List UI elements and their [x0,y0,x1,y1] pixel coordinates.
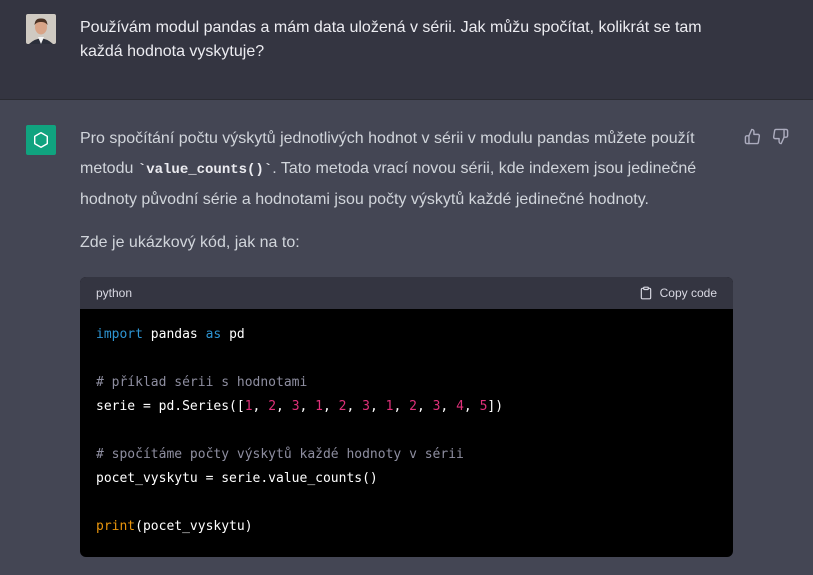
code-number: 2 [268,399,277,414]
thumbs-up-icon[interactable] [742,126,762,146]
code-number: 1 [244,399,253,414]
openai-logo-icon [26,125,56,155]
thumbs-down-icon[interactable] [770,126,790,146]
user-message-row: Používám modul pandas a mám data uložená… [0,0,813,100]
user-message-line-1: Používám modul pandas a mám data uložená… [80,19,702,36]
code-token: as [205,327,222,342]
code-number: 3 [362,399,370,414]
code-block-header: python Copy code [80,277,733,309]
code-comment: # příklad sérii s hodnotami [96,375,308,390]
assistant-message-row: Pro spočítání počtu výskytů jednotlivých… [0,100,813,575]
code-number: 3 [432,399,441,414]
inline-code: `value_counts()` [137,162,273,178]
code-block: python Copy code import pandas as pd​# p… [80,277,733,557]
code-content: import pandas as pd​# příklad sérii s ho… [80,309,733,553]
code-number: 2 [409,399,417,414]
assistant-paragraph-2: Zde je ukázkový kód, jak na to: [80,234,300,251]
code-token: (pocet_vyskytu) [135,519,253,534]
code-number: 2 [338,399,347,414]
code-token: pandas [142,327,206,342]
code-token: serie = pd.Series([ [96,399,245,414]
code-line: ​ [96,419,717,443]
code-number: 4 [456,399,464,414]
code-language-label: python [96,286,133,300]
copy-code-button[interactable]: Copy code [639,286,717,300]
assistant-paragraph-1: Pro spočítání počtu výskytů jednotlivých… [80,124,730,215]
code-line: print(pocet_vyskytu) [96,515,717,539]
code-line: ​ [96,347,717,371]
user-avatar [26,14,56,44]
code-line: ​ [96,491,717,515]
code-number: 3 [291,399,300,414]
code-number: 1 [315,399,323,414]
user-message-line-2: každá hodnota vyskytuje? [80,43,265,60]
copy-code-label: Copy code [659,286,717,300]
code-comment: # spočítáme počty výskytů každé hodnoty … [96,447,464,462]
code-line: import pandas as pd [96,323,717,347]
code-token: import [96,327,143,342]
code-token: ]) [487,399,504,414]
clipboard-icon [640,286,651,300]
code-line: serie = pd.Series([1, 2, 3, 1, 2, 3, 1, … [96,399,504,414]
code-token: pd [221,327,245,342]
code-builtin: print [96,519,136,534]
code-line: pocet_vyskytu = serie.value_counts() [96,471,378,486]
code-number: 1 [385,399,394,414]
user-message: Používám modul pandas a mám data uložená… [80,16,720,64]
